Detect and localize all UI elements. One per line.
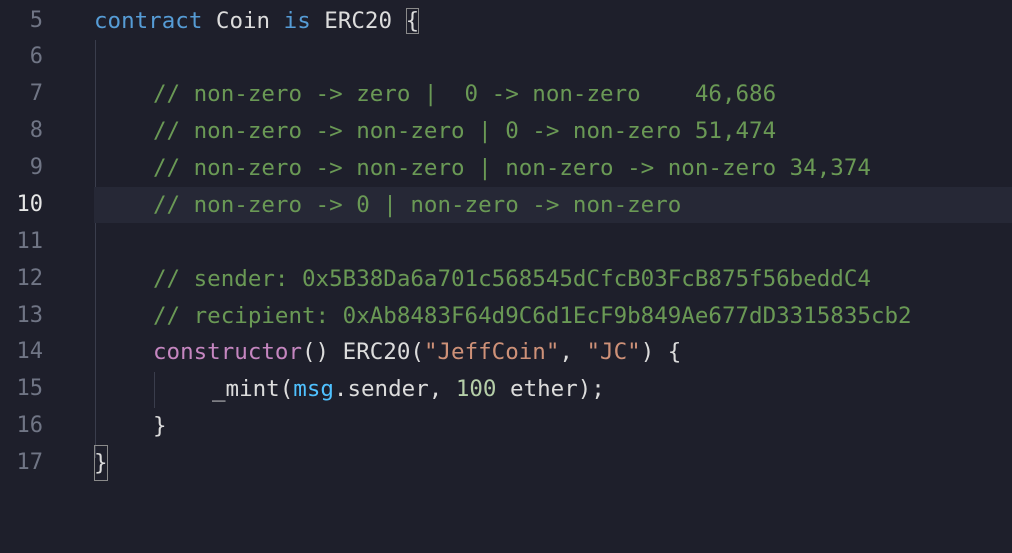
comment: // non-zero -> non-zero | non-zero -> no… bbox=[153, 155, 871, 181]
code-line-7[interactable]: // non-zero -> zero | 0 -> non-zero 46,6… bbox=[94, 76, 1012, 112]
line-number: 6 bbox=[29, 44, 43, 69]
line-number: 5 bbox=[29, 8, 43, 33]
base-contract: ERC20 bbox=[310, 8, 406, 34]
punctuation: .sender, bbox=[333, 376, 456, 402]
comment: // non-zero -> non-zero | 0 -> non-zero … bbox=[153, 118, 777, 144]
line-number: 15 bbox=[16, 376, 44, 401]
line-number-gutter: 5 6 7 8 9 10 11 12 13 14 15 16 17 bbox=[0, 0, 94, 504]
code-line-17[interactable]: } bbox=[94, 445, 1012, 481]
contract-name: Coin bbox=[202, 8, 284, 34]
line-number: 16 bbox=[16, 413, 44, 438]
punctuation: ether); bbox=[496, 376, 605, 402]
code-line-9[interactable]: // non-zero -> non-zero | non-zero -> no… bbox=[94, 150, 1012, 186]
line-number: 17 bbox=[16, 450, 44, 475]
line-number: 12 bbox=[16, 266, 44, 291]
punctuation: ) { bbox=[640, 339, 682, 365]
code-line-10-active[interactable]: // non-zero -> 0 | non-zero -> non-zero bbox=[94, 187, 1012, 223]
line-number: 11 bbox=[16, 229, 44, 254]
keyword-contract: contract bbox=[94, 8, 203, 34]
line-number: 7 bbox=[29, 81, 43, 106]
code-line-16[interactable]: } bbox=[94, 408, 1012, 444]
function-call: _mint( bbox=[212, 376, 294, 402]
global-variable: msg bbox=[293, 376, 334, 402]
line-number: 14 bbox=[16, 339, 44, 364]
comment: // non-zero -> zero | 0 -> non-zero 46,6… bbox=[153, 81, 777, 107]
punctuation: () ERC20( bbox=[302, 339, 424, 365]
code-editor[interactable]: 5 6 7 8 9 10 11 12 13 14 15 16 17 contra… bbox=[0, 0, 1012, 504]
code-line-6[interactable] bbox=[94, 39, 1012, 75]
line-number-active: 10 bbox=[16, 192, 44, 217]
code-line-8[interactable]: // non-zero -> non-zero | 0 -> non-zero … bbox=[94, 113, 1012, 149]
close-brace: } bbox=[153, 413, 167, 439]
punctuation: , bbox=[559, 339, 587, 365]
code-line-11[interactable] bbox=[94, 224, 1012, 260]
line-number: 8 bbox=[29, 118, 43, 143]
code-line-14[interactable]: constructor() ERC20("JeffCoin", "JC") { bbox=[94, 334, 1012, 370]
line-number: 13 bbox=[16, 303, 44, 328]
string-literal: "JC" bbox=[586, 339, 641, 365]
comment: // recipient: 0xAb8483F64d9C6d1EcF9b849A… bbox=[153, 303, 912, 329]
close-brace-matched: } bbox=[94, 445, 108, 481]
comment: // sender: 0x5B38Da6a701c568545dCfcB03Fc… bbox=[153, 266, 871, 292]
code-area[interactable]: contract Coin is ERC20 { // non-zero -> … bbox=[94, 0, 1012, 504]
keyword-constructor: constructor bbox=[153, 339, 303, 365]
code-line-15[interactable]: _mint(msg.sender, 100 ether); bbox=[94, 371, 1012, 407]
comment: // non-zero -> 0 | non-zero -> non-zero bbox=[153, 192, 682, 218]
string-literal: "JeffCoin" bbox=[423, 339, 560, 365]
code-line-13[interactable]: // recipient: 0xAb8483F64d9C6d1EcF9b849A… bbox=[94, 298, 1012, 334]
keyword-is: is bbox=[283, 8, 311, 34]
number-literal: 100 bbox=[455, 376, 497, 402]
code-line-12[interactable]: // sender: 0x5B38Da6a701c568545dCfcB03Fc… bbox=[94, 261, 1012, 297]
code-line-5[interactable]: contract Coin is ERC20 { bbox=[94, 3, 1012, 39]
line-number: 9 bbox=[29, 155, 43, 180]
open-brace-matched: { bbox=[405, 8, 420, 34]
